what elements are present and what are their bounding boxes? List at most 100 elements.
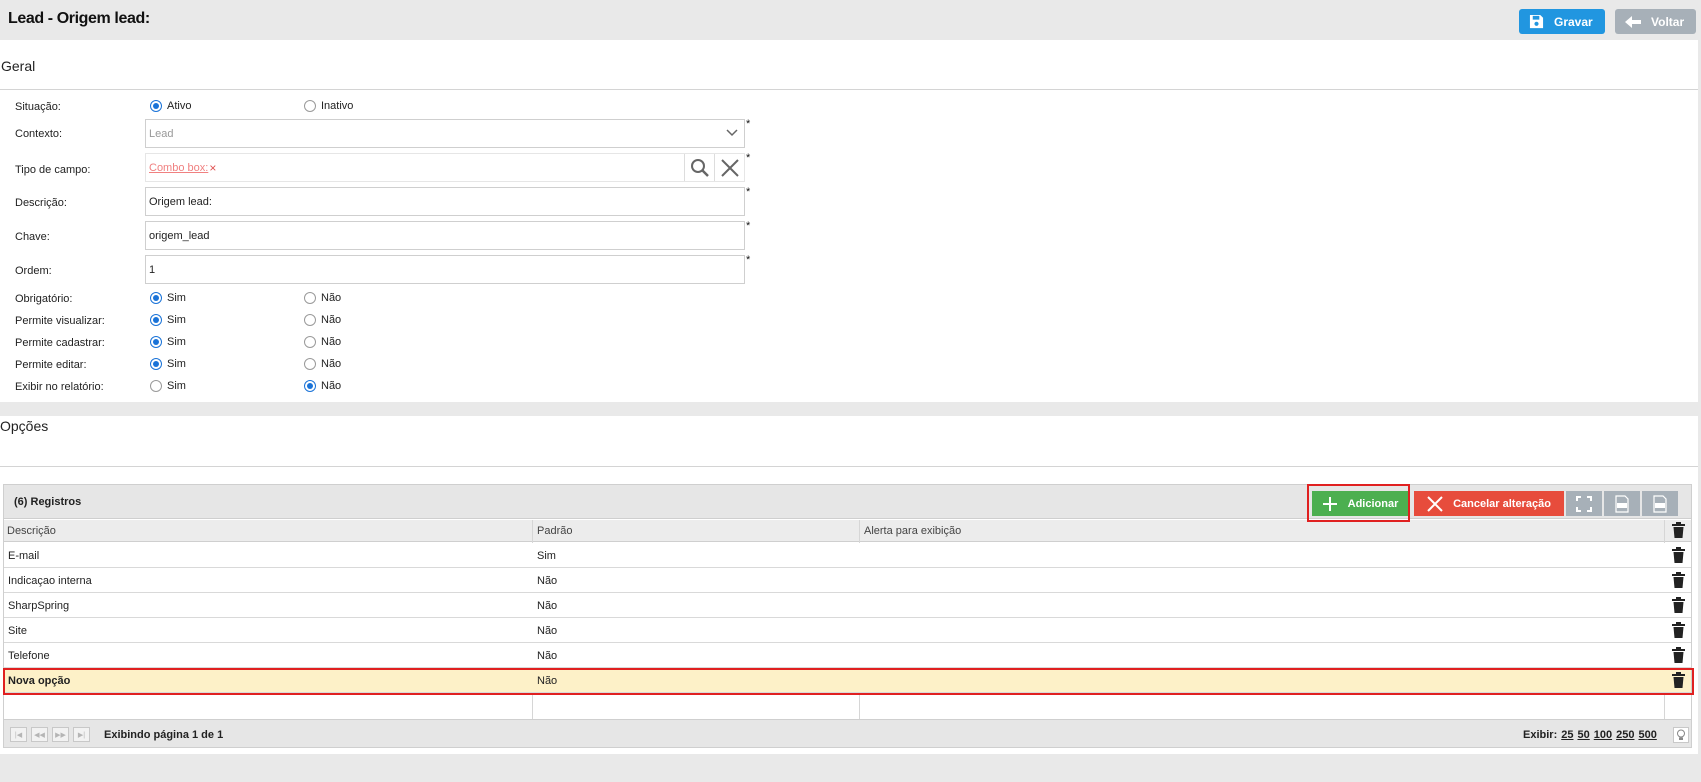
- radio-label: Sim: [167, 336, 186, 348]
- geral-panel: Geral Situação: Ativo Inativo Contexto: …: [0, 40, 1698, 402]
- radio-dot: [304, 292, 316, 304]
- last-page-icon[interactable]: ▶|: [73, 727, 90, 742]
- xls-file-icon: [1652, 494, 1668, 513]
- descricao-input[interactable]: Origem lead:: [145, 187, 745, 216]
- required-mark: *: [746, 152, 751, 164]
- save-label: Gravar: [1554, 14, 1593, 29]
- table-row[interactable]: SharpSpring Não: [4, 593, 1691, 618]
- page-title: Lead - Origem lead:: [8, 10, 150, 27]
- close-icon[interactable]: [714, 154, 744, 181]
- close-icon: [1427, 495, 1443, 512]
- radio-dot: [304, 336, 316, 348]
- cell-padrao: Não: [537, 625, 558, 637]
- page-size-25[interactable]: 25: [1561, 729, 1573, 741]
- chave-input[interactable]: origem_lead: [145, 221, 745, 250]
- cell-padrao: Não: [537, 650, 558, 662]
- grid-pager: |◀ ◀◀ ▶▶ ▶| Exibindo página 1 de 1 Exibi…: [4, 719, 1691, 747]
- page-size-100[interactable]: 100: [1594, 729, 1612, 741]
- radio-label: Ativo: [167, 100, 192, 112]
- section-title-geral: Geral: [1, 58, 36, 74]
- export-xls-button[interactable]: [1642, 491, 1678, 516]
- table-row[interactable]: Indicaçao interna Não: [4, 568, 1691, 593]
- arrow-left-icon: [1625, 15, 1641, 28]
- page-size-250[interactable]: 250: [1616, 729, 1634, 741]
- required-mark: *: [746, 254, 751, 266]
- back-button[interactable]: Voltar: [1615, 9, 1696, 34]
- contexto-select[interactable]: Lead: [145, 119, 745, 148]
- back-label: Voltar: [1651, 14, 1685, 29]
- radio-editar-nao[interactable]: Não: [304, 358, 341, 370]
- descricao-label: Descrição:: [15, 197, 67, 209]
- radio-dot: [150, 336, 162, 348]
- trash-icon[interactable]: [1672, 647, 1685, 666]
- radio-dot: [150, 358, 162, 370]
- page-size-50[interactable]: 50: [1577, 729, 1589, 741]
- column-header-alerta[interactable]: Alerta para exibição: [864, 525, 961, 537]
- radio-cadastrar-sim[interactable]: Sim: [150, 336, 186, 348]
- radio-obrigatorio-nao[interactable]: Não: [304, 292, 341, 304]
- fullscreen-button[interactable]: [1566, 491, 1602, 516]
- radio-label: Não: [321, 314, 342, 326]
- table-row[interactable]: Site Não: [4, 618, 1691, 643]
- cell-descricao: Indicaçao interna: [8, 575, 92, 587]
- cell-descricao: Telefone: [8, 650, 50, 662]
- radio-obrigatorio-sim[interactable]: Sim: [150, 292, 186, 304]
- divider: [0, 89, 1698, 90]
- radio-visualizar-sim[interactable]: Sim: [150, 314, 186, 326]
- table-row[interactable]: Telefone Não: [4, 643, 1691, 668]
- page-size-500[interactable]: 500: [1638, 729, 1656, 741]
- radio-dot: [304, 380, 316, 392]
- radio-cadastrar-nao[interactable]: Não: [304, 336, 341, 348]
- cell-padrao: Sim: [537, 550, 556, 562]
- grid-column-headers: Descrição Padrão Alerta para exibição: [4, 520, 1691, 542]
- cell-padrao: Não: [537, 575, 558, 587]
- ordem-input[interactable]: 1: [145, 255, 745, 284]
- radio-label: Não: [321, 380, 342, 392]
- page-size-selector: Exibir: 25 50 100 250 500: [1523, 729, 1657, 741]
- radio-relatorio-sim[interactable]: Sim: [150, 380, 186, 392]
- section-title-opcoes: Opções: [0, 418, 49, 434]
- trash-icon[interactable]: [1672, 572, 1685, 591]
- contexto-value: Lead: [149, 127, 174, 140]
- column-header-descricao[interactable]: Descrição: [7, 525, 56, 537]
- required-mark: *: [746, 118, 751, 130]
- save-button[interactable]: Gravar: [1519, 9, 1605, 34]
- trash-icon[interactable]: [1672, 597, 1685, 616]
- trash-icon[interactable]: [1672, 622, 1685, 641]
- radio-relatorio-nao[interactable]: Não: [304, 380, 341, 392]
- radio-dot: [304, 314, 316, 326]
- obrigatorio-label: Obrigatório:: [15, 293, 73, 305]
- radio-label: Não: [321, 292, 342, 304]
- prev-page-icon[interactable]: ◀◀: [31, 727, 48, 742]
- radio-dot: [150, 292, 162, 304]
- table-row[interactable]: E-mail Sim: [4, 543, 1691, 568]
- column-header-padrao[interactable]: Padrão: [537, 525, 572, 537]
- grid-toolbar: (6) Registros Adicionar Cancelar alteraç…: [4, 485, 1691, 519]
- tipo-campo-value[interactable]: Combo box:: [149, 162, 208, 174]
- lightbulb-icon[interactable]: [1673, 727, 1689, 743]
- clear-value-icon[interactable]: ×: [209, 161, 216, 175]
- ordem-label: Ordem:: [15, 265, 52, 277]
- radio-label: Não: [321, 358, 342, 370]
- next-page-icon[interactable]: ▶▶: [52, 727, 69, 742]
- tipo-campo-field[interactable]: Combo box: ×: [145, 153, 745, 182]
- record-count: (6) Registros: [14, 496, 82, 508]
- first-page-icon[interactable]: |◀: [10, 727, 27, 742]
- radio-visualizar-nao[interactable]: Não: [304, 314, 341, 326]
- cell-padrao: Não: [537, 600, 558, 612]
- radio-editar-sim[interactable]: Sim: [150, 358, 186, 370]
- radio-inativo[interactable]: Inativo: [304, 100, 353, 112]
- cell-descricao: SharpSpring: [8, 600, 70, 612]
- export-csv-button[interactable]: [1604, 491, 1640, 516]
- cancel-edit-button[interactable]: Cancelar alteração: [1414, 491, 1564, 516]
- radio-dot: [304, 358, 316, 370]
- radio-ativo[interactable]: Ativo: [150, 100, 191, 112]
- page-size-label: Exibir:: [1523, 729, 1558, 741]
- trash-icon[interactable]: [1672, 522, 1685, 541]
- fullscreen-icon: [1576, 495, 1592, 512]
- cancel-label: Cancelar alteração: [1453, 497, 1551, 510]
- search-icon[interactable]: [684, 154, 714, 181]
- trash-icon[interactable]: [1672, 547, 1685, 566]
- radio-dot: [304, 100, 316, 112]
- options-grid: (6) Registros Adicionar Cancelar alteraç…: [3, 484, 1692, 748]
